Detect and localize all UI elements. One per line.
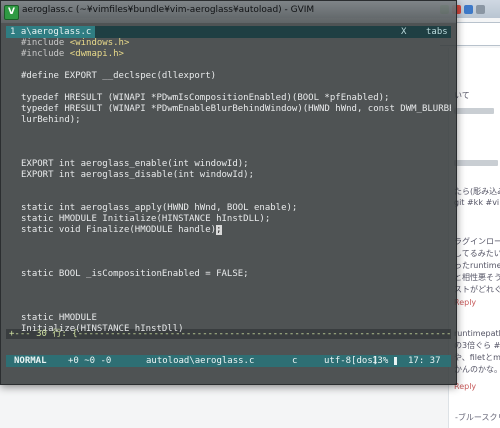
bg-text-line bbox=[454, 108, 494, 114]
vim-statusline: NORMAL +0 ~0 -0 autoload\aeroglass.c c u… bbox=[6, 355, 451, 367]
text-cursor: ; bbox=[216, 225, 222, 235]
code-line: static HMODULE Initialize(HINSTANCE hIns… bbox=[21, 214, 271, 224]
include-line: #include <dwmapi.h> bbox=[21, 49, 124, 59]
code-line: EXPORT int aeroglass_enable(int windowId… bbox=[21, 159, 249, 169]
fold-line[interactable]: +--- 30 行: {----------------------------… bbox=[9, 329, 451, 339]
reply-link[interactable]: Reply bbox=[454, 382, 500, 391]
bg-snippet: ストがどれぐら bbox=[454, 285, 500, 294]
browser-icon-grey[interactable] bbox=[476, 4, 485, 14]
window-titlebar[interactable]: V aeroglass.c (~¥vimfiles¥bundle¥vim-aer… bbox=[1, 1, 456, 23]
gvim-window: V aeroglass.c (~¥vimfiles¥bundle¥vim-aer… bbox=[0, 0, 457, 385]
bg-snippet: -ブルースクリーン bbox=[455, 413, 500, 422]
code-line-cursor: static void Finalize(HMODULE handle); bbox=[21, 225, 222, 235]
tabs-label: tabs bbox=[426, 27, 448, 37]
bg-snippet: してるみたいで bbox=[454, 249, 500, 258]
bg-snippet: いて bbox=[454, 91, 470, 100]
bg-snippet: ラグインローダ bbox=[454, 237, 500, 246]
code-line: static HMODULE bbox=[21, 313, 97, 323]
bg-snippet: と相性悪そう。 bbox=[454, 273, 500, 282]
status-file: autoload\aeroglass.c bbox=[146, 356, 255, 366]
bg-snippet: runtimepathに bbox=[454, 329, 500, 338]
status-filetype: c bbox=[292, 356, 298, 366]
bg-snippet: かんのかな。 bbox=[454, 365, 500, 374]
bg-snippet: たら(彫み込み bbox=[454, 187, 500, 196]
code-line: lurBehind); bbox=[21, 115, 81, 125]
scroll-indicator bbox=[394, 357, 397, 365]
code-line: EXPORT int aeroglass_disable(int windowI… bbox=[21, 170, 254, 180]
bg-snippet: の3倍ぐら #抽象 bbox=[454, 341, 500, 350]
browser-icon-blue[interactable] bbox=[464, 4, 473, 14]
vim-text-area[interactable]: #include <windows.h> #include <dwmapi.h> #… bbox=[6, 38, 451, 353]
bg-snippet: ったruntimepa bbox=[454, 261, 500, 270]
status-encoding: utf-8[dos] bbox=[324, 356, 379, 366]
status-mode: NORMAL bbox=[14, 356, 47, 366]
status-position: 17: 37 bbox=[408, 356, 441, 366]
command-line[interactable] bbox=[6, 369, 451, 379]
status-percent: 13% bbox=[372, 356, 389, 366]
code-line: #define EXPORT __declspec(dllexport) bbox=[21, 71, 217, 81]
bg-snippet: や、filetとmap bbox=[454, 353, 500, 362]
window-title: aeroglass.c (~¥vimfiles¥bundle¥vim-aerog… bbox=[22, 5, 315, 15]
code-line: typedef HRESULT (WINAPI *PDwmIsCompositi… bbox=[21, 93, 390, 103]
reply-link[interactable]: Reply bbox=[454, 298, 500, 307]
bg-text-line bbox=[454, 160, 498, 166]
vim-tabline: 1 a\aeroglass.c X tabs bbox=[6, 26, 451, 38]
code-line: typedef HRESULT (WINAPI *PDwmEnableBlurB… bbox=[21, 104, 451, 114]
code-line: static int aeroglass_apply(HWND hWnd, BO… bbox=[21, 203, 298, 213]
tab-close-button[interactable]: X bbox=[401, 26, 406, 38]
status-diff: +0 ~0 -0 bbox=[68, 356, 112, 366]
include-line: #include <windows.h> bbox=[21, 38, 130, 48]
code-line: static BOOL _isCompositionEnabled = FALS… bbox=[21, 269, 249, 279]
bg-snippet: git #kk #vi bbox=[454, 198, 500, 207]
vim-app-icon[interactable]: V bbox=[4, 5, 19, 20]
tab-aeroglass-c[interactable]: 1 a\aeroglass.c bbox=[6, 26, 96, 38]
